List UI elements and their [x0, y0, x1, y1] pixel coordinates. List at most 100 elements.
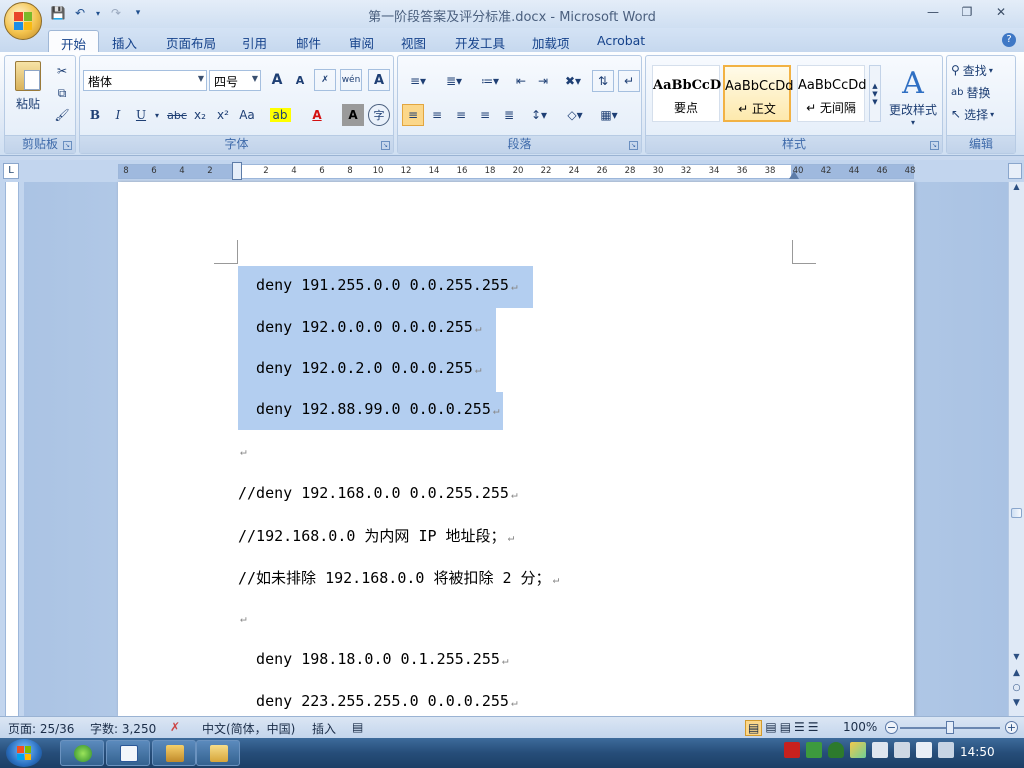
font-size-combo[interactable]: 四号 ▼: [209, 70, 261, 91]
proofing-icon[interactable]: ✗: [170, 720, 180, 734]
paste-button[interactable]: 粘贴: [11, 60, 45, 112]
phonetic-guide-button[interactable]: wén: [340, 69, 362, 91]
font-name-combo[interactable]: 楷体 ▼: [83, 70, 207, 91]
document-line[interactable]: //192.168.0.0 为内网 IP 地址段； ↵: [238, 525, 514, 546]
vertical-scrollbar[interactable]: ▲ ▼ ▲ ○ ▼: [1008, 182, 1024, 716]
start-button[interactable]: [6, 739, 42, 767]
sort-icon[interactable]: ⇅: [592, 70, 614, 92]
decrease-indent-icon[interactable]: ⇤: [510, 70, 532, 92]
document-line[interactable]: //如未排除 192.168.0.0 将被扣除 2 分； ↵: [238, 567, 559, 588]
zoom-level[interactable]: 100%: [843, 720, 877, 734]
page-indicator[interactable]: 页面: 25/36: [8, 720, 74, 737]
tray-app-icon[interactable]: [784, 742, 800, 758]
subscript-button[interactable]: x₂: [189, 104, 211, 126]
align-right-icon[interactable]: ≡: [450, 104, 472, 126]
tray-device-icon[interactable]: [894, 742, 910, 758]
clear-formatting-icon[interactable]: ✗: [314, 69, 336, 91]
multilevel-list-icon[interactable]: ≔▾: [474, 70, 506, 92]
line-spacing-icon[interactable]: ↕▾: [524, 104, 554, 126]
styles-launcher-icon[interactable]: ↘: [930, 141, 939, 150]
document-line[interactable]: //deny 192.168.0.0 0.0.255.255 ↵: [238, 484, 518, 502]
highlight-icon[interactable]: ab: [269, 104, 291, 126]
style-heading[interactable]: AaBbCcD 要点: [652, 65, 721, 122]
document-line[interactable]: deny 192.88.99.0 0.0.0.255 ↵: [238, 400, 499, 418]
document-line[interactable]: deny 192.0.0.0 0.0.0.255 ↵: [238, 318, 481, 336]
style-normal[interactable]: AaBbCcDd ↵ 正文: [723, 65, 794, 122]
italic-button[interactable]: I: [107, 104, 129, 126]
document-line[interactable]: ↵: [238, 608, 247, 626]
character-border-button[interactable]: A: [368, 69, 390, 91]
next-page-icon[interactable]: ▼: [1009, 698, 1024, 712]
help-icon[interactable]: ?: [1002, 33, 1016, 47]
tab-view[interactable]: 视图: [389, 30, 438, 52]
increase-indent-icon[interactable]: ⇥: [532, 70, 554, 92]
tray-clipboard-icon[interactable]: [872, 742, 888, 758]
document-line[interactable]: deny 198.18.0.0 0.1.255.255 ↵: [238, 650, 508, 668]
insert-mode[interactable]: 插入: [312, 720, 336, 737]
view-ruler-icon[interactable]: [1008, 163, 1022, 179]
tab-developer[interactable]: 开发工具: [443, 30, 517, 52]
tab-stop-selector[interactable]: L: [3, 163, 19, 179]
tab-mailings[interactable]: 邮件: [284, 30, 333, 52]
replace-button[interactable]: ab 替换: [951, 82, 991, 102]
word-count[interactable]: 字数: 3,250: [90, 720, 156, 737]
close-icon[interactable]: ✕: [984, 2, 1018, 22]
zoom-slider-thumb[interactable]: [946, 721, 954, 734]
enclose-characters-button[interactable]: 字: [368, 104, 390, 126]
tab-review[interactable]: 审阅: [337, 30, 386, 52]
tab-addins[interactable]: 加载项: [520, 30, 582, 52]
restore-icon[interactable]: ❐: [950, 2, 984, 22]
tray-flag-icon[interactable]: [916, 742, 932, 758]
previous-page-icon[interactable]: ▲: [1009, 668, 1024, 682]
tray-shield-icon[interactable]: [828, 742, 844, 758]
right-indent-marker[interactable]: [789, 171, 799, 179]
macro-record-icon[interactable]: ▤: [352, 720, 363, 734]
tray-volume-icon[interactable]: [938, 742, 954, 758]
customize-qat-icon[interactable]: ▾: [130, 5, 146, 21]
minimize-icon[interactable]: —: [916, 2, 950, 22]
underline-button[interactable]: U: [130, 104, 152, 126]
character-shading-button[interactable]: A: [342, 104, 364, 126]
align-center-icon[interactable]: ≡: [426, 104, 448, 126]
taskbar-clock[interactable]: 14:50: [960, 745, 995, 759]
print-layout-icon[interactable]: ▤: [745, 720, 763, 736]
document-page[interactable]: deny 191.255.0.0 0.0.255.255 ↵ deny 192.0…: [118, 182, 914, 716]
show-marks-icon[interactable]: ↵: [618, 70, 640, 92]
superscript-button[interactable]: x²: [212, 104, 234, 126]
zoom-in-icon[interactable]: +: [1005, 721, 1018, 734]
scroll-down-icon[interactable]: ▼: [1009, 652, 1024, 668]
browse-object-icon[interactable]: ○: [1009, 683, 1024, 697]
paragraph-launcher-icon[interactable]: ↘: [629, 141, 638, 150]
shading-icon[interactable]: ◇▾: [560, 104, 590, 126]
style-no-spacing[interactable]: AaBbCcDd ↵ 无间隔: [797, 65, 867, 122]
clipboard-launcher-icon[interactable]: ↘: [63, 141, 72, 150]
change-case-button[interactable]: Aa: [236, 104, 258, 126]
scroll-up-icon[interactable]: ▲: [1009, 182, 1024, 198]
copy-icon[interactable]: ⧉: [51, 82, 73, 104]
distributed-icon[interactable]: ≣: [498, 104, 520, 126]
horizontal-ruler[interactable]: 8 6 4 2 2 4 6 8 10 12 14 16 18 20 22 24 26 28 30 32 34 36 38 40…: [118, 162, 915, 180]
underline-dropdown-icon[interactable]: ▾: [151, 104, 163, 126]
tab-acrobat[interactable]: Acrobat: [585, 30, 657, 52]
undo-icon[interactable]: ↶: [72, 5, 88, 21]
tray-network-icon[interactable]: [806, 742, 822, 758]
taskbar-app-button[interactable]: [152, 740, 196, 766]
tab-references[interactable]: 引用: [230, 30, 279, 52]
bullets-icon[interactable]: ≡▾: [402, 70, 434, 92]
change-styles-button[interactable]: A 更改样式 ▾: [884, 60, 942, 132]
language-indicator[interactable]: 中文(简体，中国): [202, 720, 295, 737]
styles-scroll[interactable]: ▲ ▼ ▼: [869, 65, 881, 122]
tab-home[interactable]: 开始: [48, 30, 100, 52]
tab-page-layout[interactable]: 页面布局: [154, 30, 228, 52]
draft-icon[interactable]: ☰: [808, 720, 819, 736]
tab-insert[interactable]: 插入: [100, 30, 149, 52]
font-launcher-icon[interactable]: ↘: [381, 141, 390, 150]
chinese-layout-icon[interactable]: ✖▾: [558, 70, 588, 92]
strikethrough-button[interactable]: abc: [166, 104, 188, 126]
undo-dropdown-icon[interactable]: ▾: [94, 5, 102, 21]
save-icon[interactable]: 💾: [50, 5, 66, 21]
web-layout-icon[interactable]: ▤: [780, 720, 791, 736]
bold-button[interactable]: B: [84, 104, 106, 126]
office-button[interactable]: [4, 2, 42, 40]
numbering-icon[interactable]: ≣▾: [438, 70, 470, 92]
